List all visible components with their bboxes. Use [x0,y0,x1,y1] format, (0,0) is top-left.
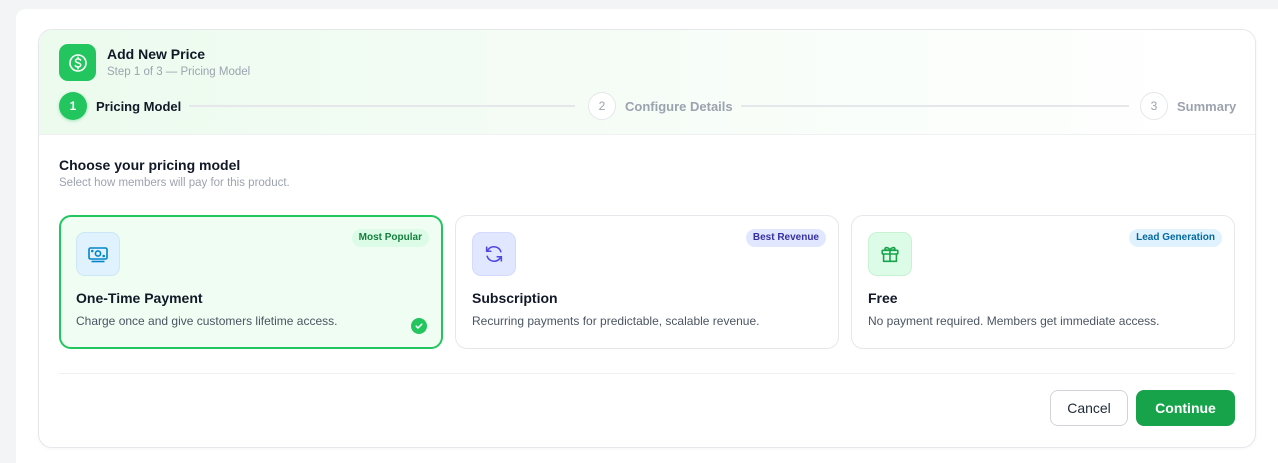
step-number: 1 [59,92,87,120]
card-title: One-Time Payment [76,290,203,306]
step-label: Summary [1177,98,1237,114]
pricing-card-one-time[interactable]: Most Popular One-Time Payment Charge onc… [59,215,443,349]
card-title: Free [868,290,898,306]
section-subtitle: Select how members will pay for this pro… [59,177,290,189]
badge-lead-generation: Lead Generation [1129,229,1222,247]
step-label: Configure Details [625,98,733,114]
card-description: Charge once and give customers lifetime … [76,314,338,328]
footer-divider [59,373,1235,374]
step-connector-2 [741,105,1129,107]
section-title: Choose your pricing model [59,157,241,173]
add-price-modal: Add New Price Step 1 of 3 — Pricing Mode… [38,29,1256,448]
pricing-card-free[interactable]: Lead Generation Free No payment required… [851,215,1235,349]
banknote-icon [76,232,120,276]
step-pricing-model[interactable]: 1 Pricing Model [59,92,181,120]
badge-best-revenue: Best Revenue [745,229,826,247]
modal-title: Add New Price [107,46,206,62]
card-description: No payment required. Members get immedia… [868,314,1160,328]
check-icon [411,318,427,334]
step-number: 2 [588,92,616,120]
pricing-card-subscription[interactable]: Best Revenue Subscription Recurring paym… [455,215,839,349]
continue-button[interactable]: Continue [1136,390,1235,426]
cancel-button[interactable]: Cancel [1050,390,1128,426]
step-connector-1 [189,105,575,107]
card-title: Subscription [472,290,558,306]
dollar-circle-icon [59,44,96,81]
step-label: Pricing Model [96,98,182,114]
step-summary[interactable]: 3 Summary [1140,92,1236,120]
step-number: 3 [1140,92,1168,120]
step-configure-details[interactable]: 2 Configure Details [588,92,733,120]
badge-most-popular: Most Popular [351,229,429,247]
modal-subtitle: Step 1 of 3 — Pricing Model [107,66,251,78]
gift-icon [868,232,912,276]
modal-header: Add New Price Step 1 of 3 — Pricing Mode… [39,30,1255,135]
refresh-icon [472,232,516,276]
card-description: Recurring payments for predictable, scal… [472,314,760,328]
